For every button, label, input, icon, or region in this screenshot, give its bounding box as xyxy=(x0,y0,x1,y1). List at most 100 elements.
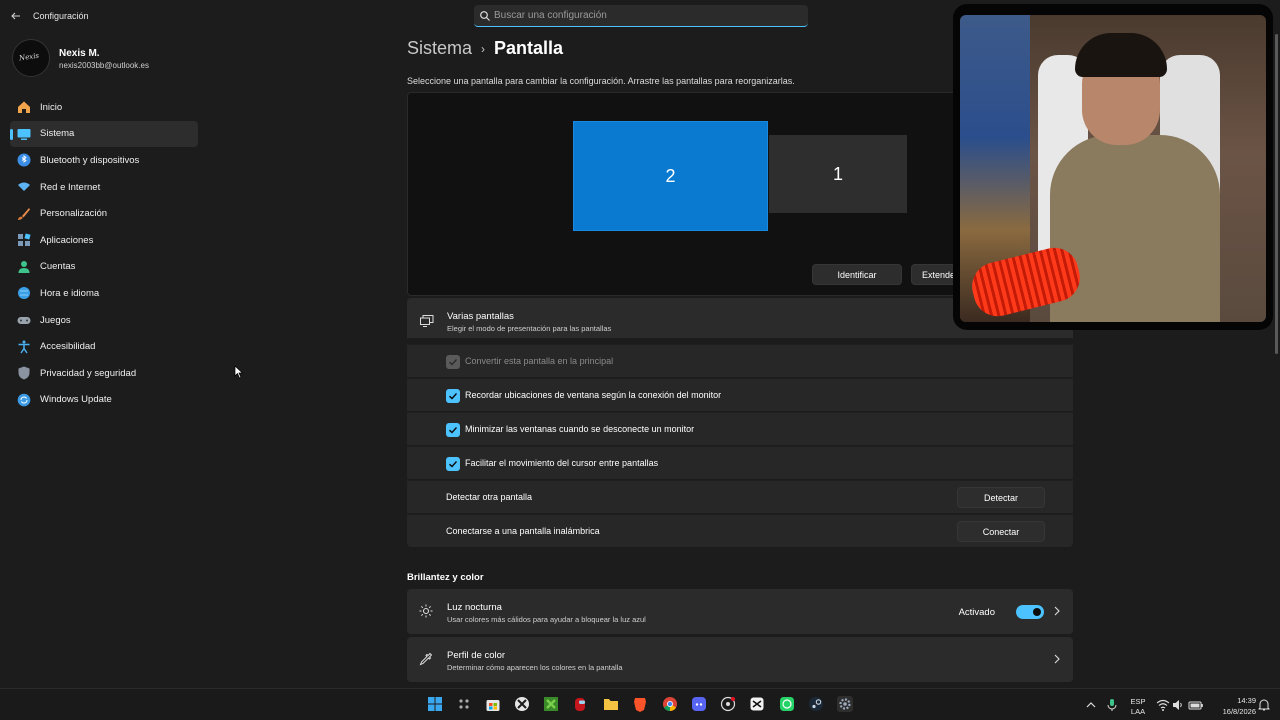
windows-start-icon[interactable] xyxy=(427,696,443,712)
minimize-windows-checkbox[interactable] xyxy=(446,423,460,437)
clock-date[interactable]: 16/8/2026 xyxy=(1206,707,1256,716)
sidebar-item-time-language[interactable]: Hora e idioma xyxy=(10,280,198,307)
night-light-status: Activado xyxy=(958,607,995,618)
search-box[interactable] xyxy=(474,5,808,27)
sidebar-item-label: Windows Update xyxy=(40,394,112,406)
wireless-display-row: Conectarse a una pantalla inalámbrica Co… xyxy=(407,514,1073,547)
sidebar-item-network[interactable]: Red e Internet xyxy=(10,174,198,201)
gaming-icon xyxy=(17,317,31,325)
steam-icon[interactable] xyxy=(808,696,824,712)
color-profile-title: Perfil de color xyxy=(447,650,506,661)
color-profile-card[interactable]: Perfil de color Determinar cómo aparecen… xyxy=(407,637,1073,682)
search-input[interactable] xyxy=(494,5,794,26)
bluetooth-icon xyxy=(17,153,31,167)
chrome-icon[interactable] xyxy=(662,696,678,712)
multiple-displays-icon xyxy=(420,315,434,327)
identify-button[interactable]: Identificar xyxy=(812,264,902,285)
accessibility-icon xyxy=(18,340,30,354)
sidebar-item-label: Cuentas xyxy=(40,261,76,273)
chevron-right-icon[interactable] xyxy=(1053,606,1061,616)
brush-icon xyxy=(18,207,30,220)
taskbar: ESP LAA 14:39 16/8/2026 xyxy=(0,688,1280,720)
language-indicator-top[interactable]: ESP xyxy=(1127,697,1149,706)
sidebar-item-sistema[interactable]: Sistema xyxy=(10,120,198,148)
sidebar-item-bluetooth[interactable]: Bluetooth y dispositivos xyxy=(10,147,198,174)
sidebar-item-label: Sistema xyxy=(40,128,75,140)
detect-button[interactable]: Detectar xyxy=(957,487,1045,508)
scrollbar[interactable] xyxy=(1275,34,1278,354)
connect-button[interactable]: Conectar xyxy=(957,521,1045,542)
breadcrumb: Sistema › Pantalla xyxy=(407,38,563,59)
capcut-icon[interactable] xyxy=(749,696,765,712)
monitor-2-number: 2 xyxy=(665,165,676,186)
brave-icon[interactable] xyxy=(632,696,648,712)
store-icon[interactable] xyxy=(485,696,501,712)
system-icon xyxy=(17,128,31,140)
xbox-icon[interactable] xyxy=(514,696,530,712)
option-row-minimize-windows: Minimizar las ventanas cuando se descone… xyxy=(407,412,1073,445)
identify-button-label: Identificar xyxy=(837,269,877,280)
volume-icon[interactable] xyxy=(1172,699,1184,711)
sidebar-item-label: Personalización xyxy=(40,208,108,220)
accounts-icon xyxy=(18,260,30,273)
sidebar-item-apps[interactable]: Aplicaciones xyxy=(10,227,198,254)
brightness-section-title: Brillantez y color xyxy=(407,572,484,583)
sidebar-item-accessibility[interactable]: Accesibilidad xyxy=(10,333,198,360)
sidebar-item-accounts[interactable]: Cuentas xyxy=(10,254,198,281)
option-row-primary: Convertir esta pantalla en la principal xyxy=(407,344,1073,377)
sidebar-item-inicio[interactable]: Inicio xyxy=(10,94,198,121)
minecraft-icon[interactable] xyxy=(543,696,559,712)
settings-icon[interactable] xyxy=(837,696,853,712)
wifi-icon[interactable] xyxy=(1156,699,1170,711)
explorer-icon[interactable] xyxy=(603,696,619,712)
minimize-windows-label: Minimizar las ventanas cuando se descone… xyxy=(465,424,695,434)
night-light-toggle[interactable] xyxy=(1016,605,1044,619)
search-icon xyxy=(480,11,490,21)
user-email: nexis2003bb@outlook.es xyxy=(59,61,149,70)
night-light-card[interactable]: Luz nocturna Usar colores más cálidos pa… xyxy=(407,589,1073,634)
chevron-up-icon[interactable] xyxy=(1085,699,1097,711)
breadcrumb-parent[interactable]: Sistema xyxy=(407,38,472,59)
checkmark-icon xyxy=(449,461,458,468)
remember-windows-label: Recordar ubicaciones de ventana según la… xyxy=(465,390,722,400)
among-us-icon[interactable] xyxy=(572,696,588,712)
webcam-overlay xyxy=(953,4,1273,330)
avatar[interactable]: Nexis xyxy=(12,39,50,77)
chevron-right-icon[interactable] xyxy=(1053,654,1061,664)
ease-cursor-checkbox[interactable] xyxy=(446,457,460,471)
monitor-2[interactable]: 2 xyxy=(573,121,768,231)
sidebar-item-personalization[interactable]: Personalización xyxy=(10,200,198,227)
display-description: Seleccione una pantalla para cambiar la … xyxy=(407,76,795,86)
sidebar-item-windows-update[interactable]: Windows Update xyxy=(10,387,198,414)
sidebar-item-privacy[interactable]: Privacidad y seguridad xyxy=(10,360,198,387)
clock-time[interactable]: 14:39 xyxy=(1210,696,1256,705)
sidebar-item-label: Aplicaciones xyxy=(40,234,94,246)
monitor-1-number: 1 xyxy=(832,163,843,184)
remember-windows-checkbox[interactable] xyxy=(446,389,460,403)
battery-icon[interactable] xyxy=(1188,699,1204,711)
window-title: Configuración xyxy=(33,11,89,21)
notification-icon[interactable] xyxy=(1258,699,1270,711)
obs-icon[interactable] xyxy=(720,696,736,712)
whatsapp-icon[interactable] xyxy=(779,696,795,712)
make-primary-checkbox xyxy=(446,355,460,369)
language-indicator-bottom[interactable]: LAA xyxy=(1127,707,1149,716)
back-button[interactable] xyxy=(8,8,24,24)
back-arrow-icon xyxy=(11,12,20,20)
microphone-icon[interactable] xyxy=(1106,698,1118,712)
discord-icon[interactable] xyxy=(691,696,707,712)
network-icon xyxy=(18,182,30,192)
sidebar-item-gaming[interactable]: Juegos xyxy=(10,307,198,334)
make-primary-label: Convertir esta pantalla en la principal xyxy=(465,356,614,366)
eyedropper-icon xyxy=(419,652,433,666)
wireless-display-label: Conectarse a una pantalla inalámbrica xyxy=(446,526,600,536)
multiple-displays-title: Varias pantallas xyxy=(447,311,514,322)
shield-icon xyxy=(18,366,30,380)
checkmark-icon xyxy=(449,393,458,400)
user-name: Nexis M. xyxy=(59,48,100,59)
sun-icon xyxy=(419,604,433,618)
monitor-1[interactable]: 1 xyxy=(769,135,907,213)
task-view-icon[interactable] xyxy=(456,696,472,712)
webcam-person-hoodie xyxy=(1050,135,1220,322)
ease-cursor-label: Facilitar el movimiento del cursor entre… xyxy=(465,458,659,468)
